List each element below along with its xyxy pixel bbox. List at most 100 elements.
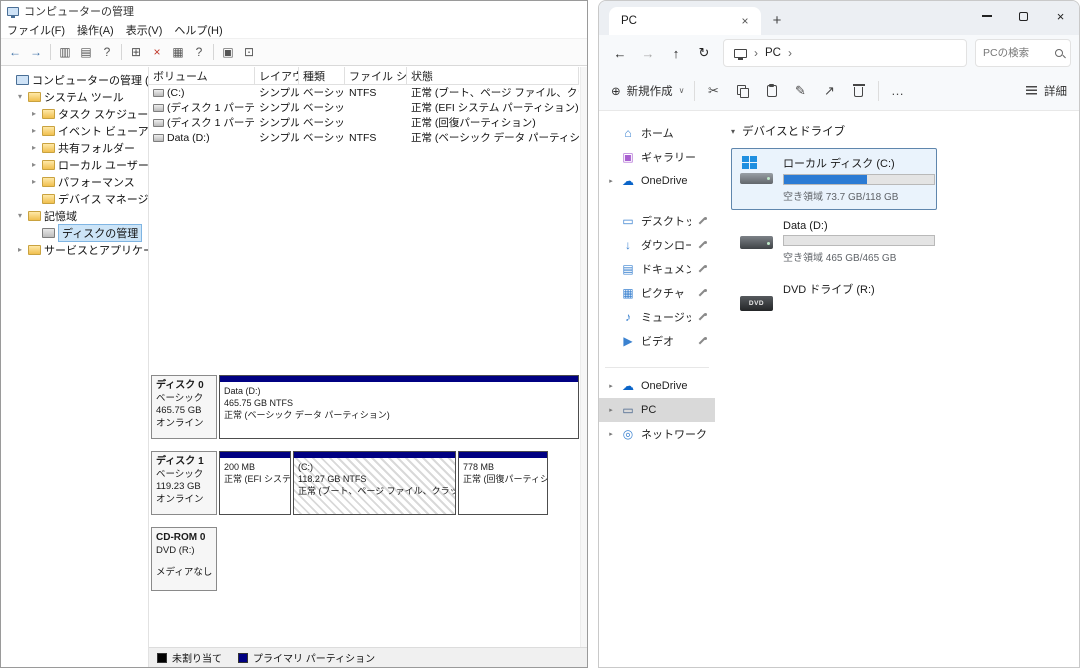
tree-item-local-users-groups[interactable]: ▸ ローカル ユーザーとグループ — [1, 156, 148, 173]
copy-icon[interactable] — [733, 81, 753, 101]
help-topics-icon[interactable]: ? — [189, 42, 209, 62]
up-level-icon[interactable]: ⊞ — [126, 42, 146, 62]
rename-icon[interactable]: ✎ — [791, 81, 811, 101]
paste-icon[interactable] — [762, 81, 782, 101]
tab-bar: PC × + × — [599, 1, 1079, 35]
volume-row-efi[interactable]: (ディスク 1 パーティション 1) シンプル ベーシック 正常 (EFI シス… — [149, 100, 579, 115]
disk-1-header[interactable]: ディスク 1 ベーシック 119.23 GB オンライン — [151, 451, 217, 515]
volume-name: (ディスク 1 パーティション 1) — [167, 100, 255, 115]
share-icon[interactable]: ↗ — [820, 81, 840, 101]
drive-d[interactable]: Data (D:) 空き領域 465 GB/465 GB — [731, 213, 937, 271]
new-button[interactable]: ⊕ 新規作成 ∨ — [611, 83, 685, 99]
more-options-icon[interactable]: … — [888, 81, 908, 101]
column-header-status[interactable]: 状態 — [407, 67, 579, 84]
local-disk-icon — [740, 155, 774, 187]
sidebar-item-network[interactable]: ▸ ◎ ネットワーク — [599, 422, 715, 446]
properties-icon[interactable]: ▦ — [168, 42, 188, 62]
back-button[interactable]: ← — [607, 40, 633, 66]
volume-row-data-d[interactable]: Data (D:) シンプル ベーシック NTFS 正常 (ベーシック データ … — [149, 130, 579, 145]
sidebar-item-label: ドキュメント — [641, 261, 691, 277]
sidebar-item-desktop[interactable]: ▭ デスクトップ — [599, 209, 715, 233]
menu-help[interactable]: ヘルプ(H) — [168, 21, 228, 39]
show-console-tree-icon[interactable]: ▥ — [55, 42, 75, 62]
title-bar[interactable]: コンピューターの管理 — [1, 1, 587, 21]
breadcrumb-pc[interactable]: PC — [765, 47, 781, 59]
sidebar-item-music[interactable]: ♪ ミュージック — [599, 305, 715, 329]
column-header-type[interactable]: 種類 — [299, 67, 345, 84]
export-list-icon[interactable]: ▤ — [76, 42, 96, 62]
sidebar-item-home[interactable]: ⌂ ホーム — [599, 121, 715, 145]
maximize-button[interactable] — [1005, 1, 1042, 31]
cdrom-0-header[interactable]: CD-ROM 0 DVD (R:) メディアなし — [151, 527, 217, 591]
up-button[interactable]: ↑ — [663, 40, 689, 66]
address-bar[interactable]: › PC › — [723, 39, 967, 67]
vertical-scrollbar[interactable] — [580, 67, 587, 647]
hdd-led — [767, 242, 770, 245]
help-icon[interactable]: ? — [97, 42, 117, 62]
cut-icon[interactable]: ✂ — [704, 81, 724, 101]
close-button[interactable]: × — [1042, 1, 1079, 31]
maximize-icon — [1019, 12, 1028, 21]
dvd-slab-glyph: DVD — [740, 296, 773, 311]
new-label: 新規作成 — [627, 83, 673, 99]
sidebar-item-label: ホーム — [641, 125, 674, 141]
partition-recovery[interactable]: 778 MB 正常 (回復パーティション) — [458, 451, 548, 515]
partition-efi[interactable]: 200 MB 正常 (EFI システム... — [219, 451, 291, 515]
new-window-icon[interactable]: ⊡ — [239, 42, 259, 62]
sidebar-item-downloads[interactable]: ↓ ダウンロード — [599, 233, 715, 257]
tab-close-icon[interactable]: × — [737, 14, 753, 28]
column-header-volume[interactable]: ボリューム — [149, 67, 255, 84]
new-tab-button[interactable]: + — [765, 8, 789, 32]
capacity-bar — [783, 174, 935, 185]
disk-0-header[interactable]: ディスク 0 ベーシック 465.75 GB オンライン — [151, 375, 217, 439]
sidebar-item-onedrive-2[interactable]: ▸ ☁ OneDrive — [599, 374, 715, 398]
details-button[interactable]: 詳細 — [1026, 83, 1067, 99]
sidebar-item-videos[interactable]: ▶ ビデオ — [599, 329, 715, 353]
forward-button[interactable]: → — [635, 40, 661, 66]
view-icon[interactable]: ▣ — [218, 42, 238, 62]
tree-item-device-manager[interactable]: デバイス マネージャー — [1, 190, 148, 207]
back-icon[interactable]: ← — [5, 42, 25, 62]
tree-item-system-tools[interactable]: ▾ システム ツール — [1, 88, 148, 105]
toolbar-separator — [213, 44, 214, 60]
tree-item-event-viewer[interactable]: ▸ イベント ビューアー — [1, 122, 148, 139]
tree-item-shared-folders[interactable]: ▸ 共有フォルダー — [1, 139, 148, 156]
column-header-filesystem[interactable]: ファイル システム — [345, 67, 407, 84]
partition-data-d[interactable]: Data (D:) 465.75 GB NTFS 正常 (ベーシック データ パ… — [219, 375, 579, 439]
menu-action[interactable]: 操作(A) — [71, 21, 120, 39]
tab-pc[interactable]: PC × — [609, 7, 761, 35]
menu-view[interactable]: 表示(V) — [120, 21, 169, 39]
onedrive-cloud-icon: ☁ — [621, 379, 635, 393]
tree-item-performance[interactable]: ▸ パフォーマンス — [1, 173, 148, 190]
column-header-layout[interactable]: レイアウト — [255, 67, 299, 84]
breadcrumb-chevron-icon: › — [788, 46, 792, 60]
search-input[interactable] — [983, 47, 1051, 59]
volume-name: Data (D:) — [167, 132, 210, 144]
sidebar-item-label: PC — [641, 404, 656, 416]
tree-item-storage[interactable]: ▾ 記憶域 — [1, 207, 148, 224]
section-devices-and-drives[interactable]: ▾ デバイスとドライブ — [731, 123, 1079, 139]
volume-row-recovery[interactable]: (ディスク 1 パーティション 4) シンプル ベーシック 正常 (回復パーティ… — [149, 115, 579, 130]
delete-icon[interactable] — [849, 81, 869, 101]
tree-item-disk-management[interactable]: ディスクの管理 — [1, 224, 148, 241]
search-box[interactable] — [975, 39, 1071, 67]
refresh-button[interactable]: ↻ — [691, 40, 717, 66]
minimize-button[interactable] — [968, 1, 1005, 31]
delete-icon[interactable]: × — [147, 42, 167, 62]
sidebar-item-pictures[interactable]: ▦ ピクチャ — [599, 281, 715, 305]
partition-c[interactable]: (C:) 118.27 GB NTFS 正常 (ブート、ページ ファイル、クラッ… — [293, 451, 456, 515]
tree-item-task-scheduler[interactable]: ▸ タスク スケジューラ — [1, 105, 148, 122]
sidebar-item-onedrive[interactable]: ▸ ☁ OneDrive — [599, 169, 715, 193]
tree-item-services-applications[interactable]: ▸ サービスとアプリケーション — [1, 241, 148, 258]
sidebar-item-documents[interactable]: ▤ ドキュメント — [599, 257, 715, 281]
pin-icon — [697, 336, 707, 346]
sidebar-item-pc[interactable]: ▸ ▭ PC — [599, 398, 715, 422]
forward-icon[interactable]: → — [26, 42, 46, 62]
services-icon — [28, 245, 41, 255]
sidebar-item-gallery[interactable]: ▣ ギャラリー — [599, 145, 715, 169]
volume-row-c[interactable]: (C:) シンプル ベーシック NTFS 正常 (ブート、ページ ファイル、クラ… — [149, 85, 579, 100]
tree-item-computer-management[interactable]: コンピューターの管理 (ローカル) — [1, 71, 148, 88]
drive-r-dvd[interactable]: DVD DVD ドライブ (R:) — [731, 274, 937, 320]
menu-file[interactable]: ファイル(F) — [1, 21, 71, 39]
drive-c[interactable]: ローカル ディスク (C:) 空き領域 73.7 GB/118 GB — [731, 148, 937, 210]
